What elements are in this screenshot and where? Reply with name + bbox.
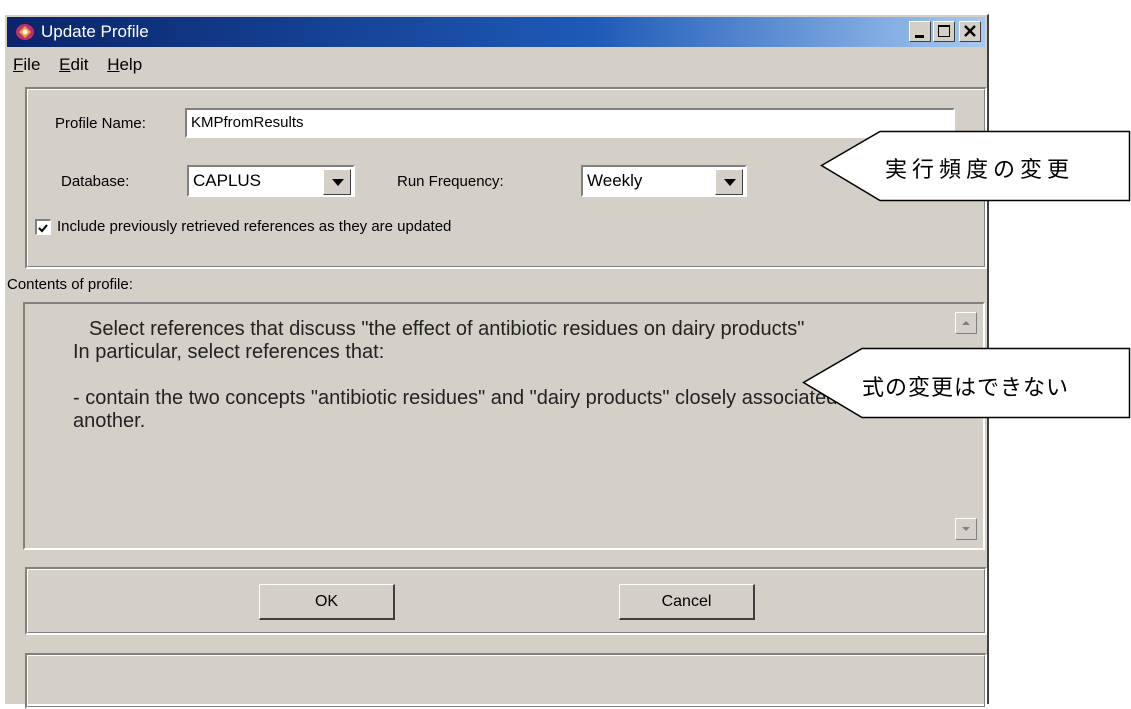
run-frequency-select[interactable]: Weekly (581, 165, 747, 197)
chevron-down-icon (332, 179, 344, 186)
include-previous-checkbox[interactable] (35, 219, 51, 235)
arrow-up-icon (962, 321, 970, 325)
contents-label: Contents of profile: (7, 276, 133, 293)
minimize-button[interactable] (909, 21, 931, 42)
profile-contents-box[interactable]: Select references that discuss "the effe… (23, 302, 985, 550)
database-dropdown-button[interactable] (323, 169, 351, 195)
menu-help[interactable]: Help (107, 55, 142, 75)
contents-line: Select references that discuss "the effe… (89, 318, 805, 340)
cancel-button[interactable]: Cancel (619, 584, 755, 620)
frequency-callout-text: 実行頻度の変更 (885, 157, 1075, 182)
formula-callout-text: 式の変更はできない (862, 375, 1070, 400)
chevron-down-icon (724, 179, 736, 186)
arrow-down-icon (962, 527, 970, 531)
database-select[interactable]: CAPLUS (187, 165, 355, 197)
scroll-down-button[interactable] (955, 518, 977, 540)
maximize-button[interactable] (933, 21, 955, 42)
minimize-icon (915, 35, 924, 38)
button-group (25, 567, 987, 635)
ok-button[interactable]: OK (259, 584, 395, 620)
check-icon (38, 224, 48, 233)
close-icon (964, 25, 976, 37)
menu-edit[interactable]: Edit (59, 55, 88, 75)
window-title: Update Profile (41, 22, 149, 41)
scroll-up-button[interactable] (955, 312, 977, 334)
run-frequency-label: Run Frequency: (397, 173, 504, 190)
menu-bar: File Edit Help (9, 51, 152, 77)
close-button[interactable] (959, 21, 981, 42)
title-bar[interactable]: Update Profile (7, 17, 985, 47)
status-area (25, 653, 987, 709)
database-label: Database: (61, 173, 130, 190)
menu-file[interactable]: File (13, 55, 40, 75)
run-frequency-dropdown-button[interactable] (715, 169, 743, 195)
app-icon (16, 24, 34, 40)
profile-name-label: Profile Name: (55, 115, 146, 132)
maximize-icon (938, 25, 950, 37)
include-previous-label: Include previously retrieved references … (57, 218, 452, 235)
